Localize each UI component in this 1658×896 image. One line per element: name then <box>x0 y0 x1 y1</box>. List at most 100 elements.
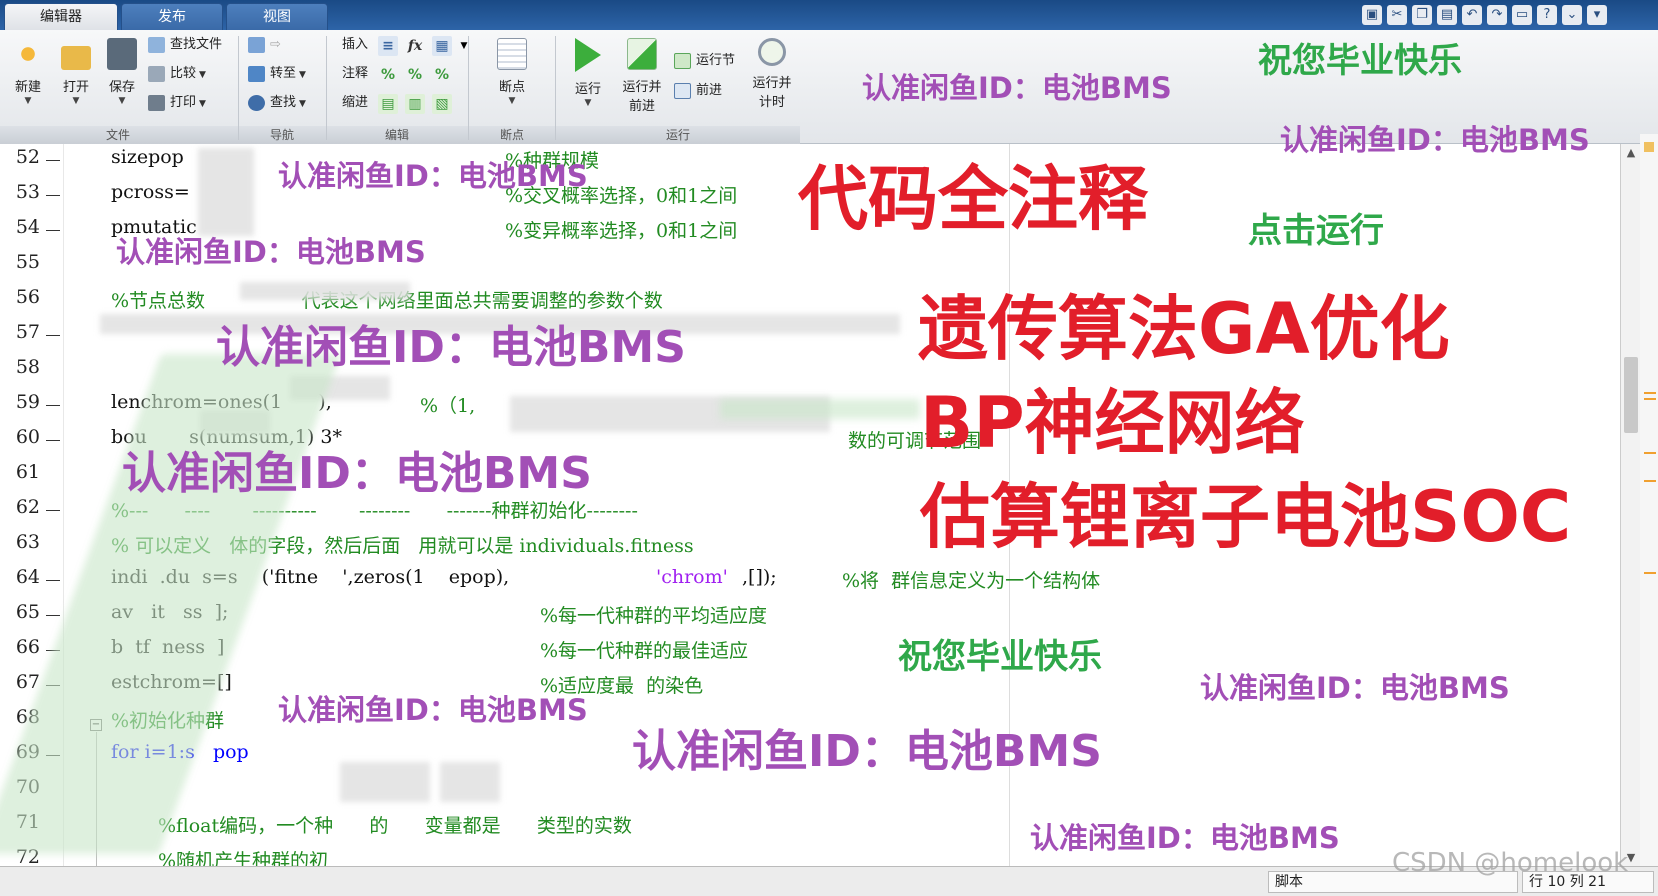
indent-icon[interactable]: ▤ <box>378 94 398 114</box>
find-files-button[interactable]: 查找文件 <box>146 34 222 56</box>
line-number: 67 <box>15 671 40 693</box>
run-button[interactable]: 运行 ▼ <box>560 38 616 108</box>
open-label: 打开 <box>62 80 89 95</box>
code-comment[interactable]: %每一代种群的最佳适应 <box>540 636 748 663</box>
executable-line-marker[interactable] <box>46 195 60 196</box>
line-number: 53 <box>15 181 40 203</box>
insert-button[interactable]: 插入 <box>330 34 368 56</box>
warning-marker[interactable] <box>1644 572 1656 574</box>
advance-button[interactable]: 前进 <box>672 80 722 102</box>
executable-line-marker[interactable] <box>46 230 60 231</box>
decrease-indent-icon[interactable]: ▧ <box>432 94 452 114</box>
help-icon[interactable]: ? <box>1537 5 1557 25</box>
executable-line-marker[interactable] <box>46 580 60 581</box>
indent-button[interactable]: 缩进 <box>330 92 368 114</box>
minimize-ribbon-icon[interactable]: ⌄ <box>1562 5 1582 25</box>
undo-icon[interactable]: ↶ <box>1462 5 1482 25</box>
section-label-edit: 编辑 <box>384 128 409 142</box>
find-label: 查找 <box>270 95 297 110</box>
cut-icon[interactable]: ✂ <box>1387 5 1407 25</box>
watermark-csdn: CSDN @homelook <box>1392 848 1629 878</box>
watermark-click-run: 点击运行 <box>1248 211 1384 251</box>
string-literal[interactable]: 'chrom' <box>656 566 728 588</box>
fx-icon[interactable]: fx <box>405 36 425 56</box>
scroll-up-arrow-icon[interactable]: ▲ <box>1621 146 1641 159</box>
warning-marker[interactable] <box>1644 398 1656 400</box>
code-text[interactable]: sizepop <box>111 146 184 168</box>
code-comment[interactable]: %将 群信息定义为一个结构体 <box>842 566 1100 593</box>
forward-arrow-icon[interactable]: ⇨ <box>270 37 281 52</box>
percent-comment-icon[interactable]: % <box>378 65 398 85</box>
print-button[interactable]: 打印 ▼ <box>146 92 206 114</box>
save-quick-icon[interactable]: ▣ <box>1362 5 1382 25</box>
find-button[interactable]: 查找 ▼ <box>246 92 306 114</box>
executable-line-marker[interactable] <box>46 335 60 336</box>
tab-editor[interactable]: 编辑器 <box>4 3 118 30</box>
options-icon[interactable]: ▾ <box>1587 5 1607 25</box>
run-advance-label-1: 运行并 <box>622 80 662 95</box>
watermark-seller: 认准闲鱼ID：电池BMS <box>632 726 1102 777</box>
section-divider <box>555 36 556 140</box>
executable-line-marker[interactable] <box>46 615 60 616</box>
executable-line-marker[interactable] <box>46 510 60 511</box>
copy-icon[interactable]: ❐ <box>1412 5 1432 25</box>
insert-section-icon[interactable]: ≡ <box>378 36 398 56</box>
tab-publish[interactable]: 发布 <box>121 3 223 30</box>
printer-icon <box>148 95 165 111</box>
mosaic-blur <box>198 148 254 236</box>
goto-button[interactable]: 转至 ▼ <box>246 63 306 85</box>
play-icon <box>575 38 601 72</box>
breakpoints-label: 断点 <box>498 80 525 95</box>
uncomment-icon[interactable]: % <box>405 65 425 85</box>
paste-icon[interactable]: ▤ <box>1437 5 1457 25</box>
code-comment[interactable]: %每一代种群的平均适应度 <box>540 601 767 628</box>
save-button[interactable]: 保存 ▼ <box>102 38 142 106</box>
indent-label: 缩进 <box>342 95 369 110</box>
run-and-time-button[interactable]: 运行并 计时 <box>744 38 800 110</box>
magnifier-icon <box>248 95 265 111</box>
code-text[interactable]: pcross= <box>111 181 190 203</box>
open-button[interactable]: 打开 ▼ <box>56 38 96 106</box>
redo-icon[interactable]: ↷ <box>1487 5 1507 25</box>
executable-line-marker[interactable] <box>46 440 60 441</box>
breakpoints-button[interactable]: 断点 ▼ <box>484 38 540 106</box>
compare-button[interactable]: 比较 ▼ <box>146 63 206 85</box>
code-comment[interactable]: %float编码，一个种 的 变量都是 类型的实数 <box>158 811 632 838</box>
code-text[interactable]: ,[]); <box>742 566 777 588</box>
arrow-left-icon <box>248 37 265 53</box>
insert-label: 插入 <box>342 37 369 52</box>
line-number: 55 <box>15 251 40 273</box>
comment-button[interactable]: 注释 <box>330 63 368 85</box>
executable-line-marker[interactable] <box>46 405 60 406</box>
code-comment[interactable]: %（1, <box>420 391 475 418</box>
executable-line-marker[interactable] <box>46 160 60 161</box>
line-number: 61 <box>15 461 40 483</box>
compare-icon <box>148 66 165 82</box>
switch-windows-icon[interactable]: ▭ <box>1512 5 1532 25</box>
code-comment[interactable]: %变异概率选择，0和1之间 <box>505 216 737 243</box>
insert-function-icon[interactable]: ▦ <box>432 36 452 56</box>
floppy-disk-icon <box>107 38 137 70</box>
line-number: 58 <box>15 356 40 378</box>
new-button[interactable]: 新建 ▼ <box>8 38 48 106</box>
find-files-label: 查找文件 <box>170 37 223 52</box>
warning-indicator-icon[interactable] <box>1644 142 1654 152</box>
insert-dropdown-icon[interactable]: ▼ <box>454 36 474 56</box>
fx-label: fx <box>407 38 423 54</box>
run-section-button[interactable]: 运行节 <box>672 50 735 72</box>
section-divider <box>238 36 239 140</box>
advance-label: 前进 <box>696 83 723 98</box>
breakpoint-icon <box>497 38 527 70</box>
plus-icon <box>13 38 43 70</box>
warning-marker[interactable] <box>1644 480 1656 482</box>
vertical-scrollbar[interactable]: ▲ ▼ <box>1620 144 1640 866</box>
tab-view[interactable]: 视图 <box>226 3 328 30</box>
scrollbar-thumb[interactable] <box>1624 357 1638 433</box>
code-analyzer-bar <box>1640 134 1658 866</box>
back-button[interactable]: ⇨ <box>246 34 281 56</box>
warning-marker[interactable] <box>1644 392 1656 394</box>
increase-indent-icon[interactable]: ▥ <box>405 94 425 114</box>
wrap-comment-icon[interactable]: % <box>432 65 452 85</box>
run-and-advance-button[interactable]: 运行并 前进 <box>614 38 670 114</box>
warning-marker[interactable] <box>1644 452 1656 454</box>
